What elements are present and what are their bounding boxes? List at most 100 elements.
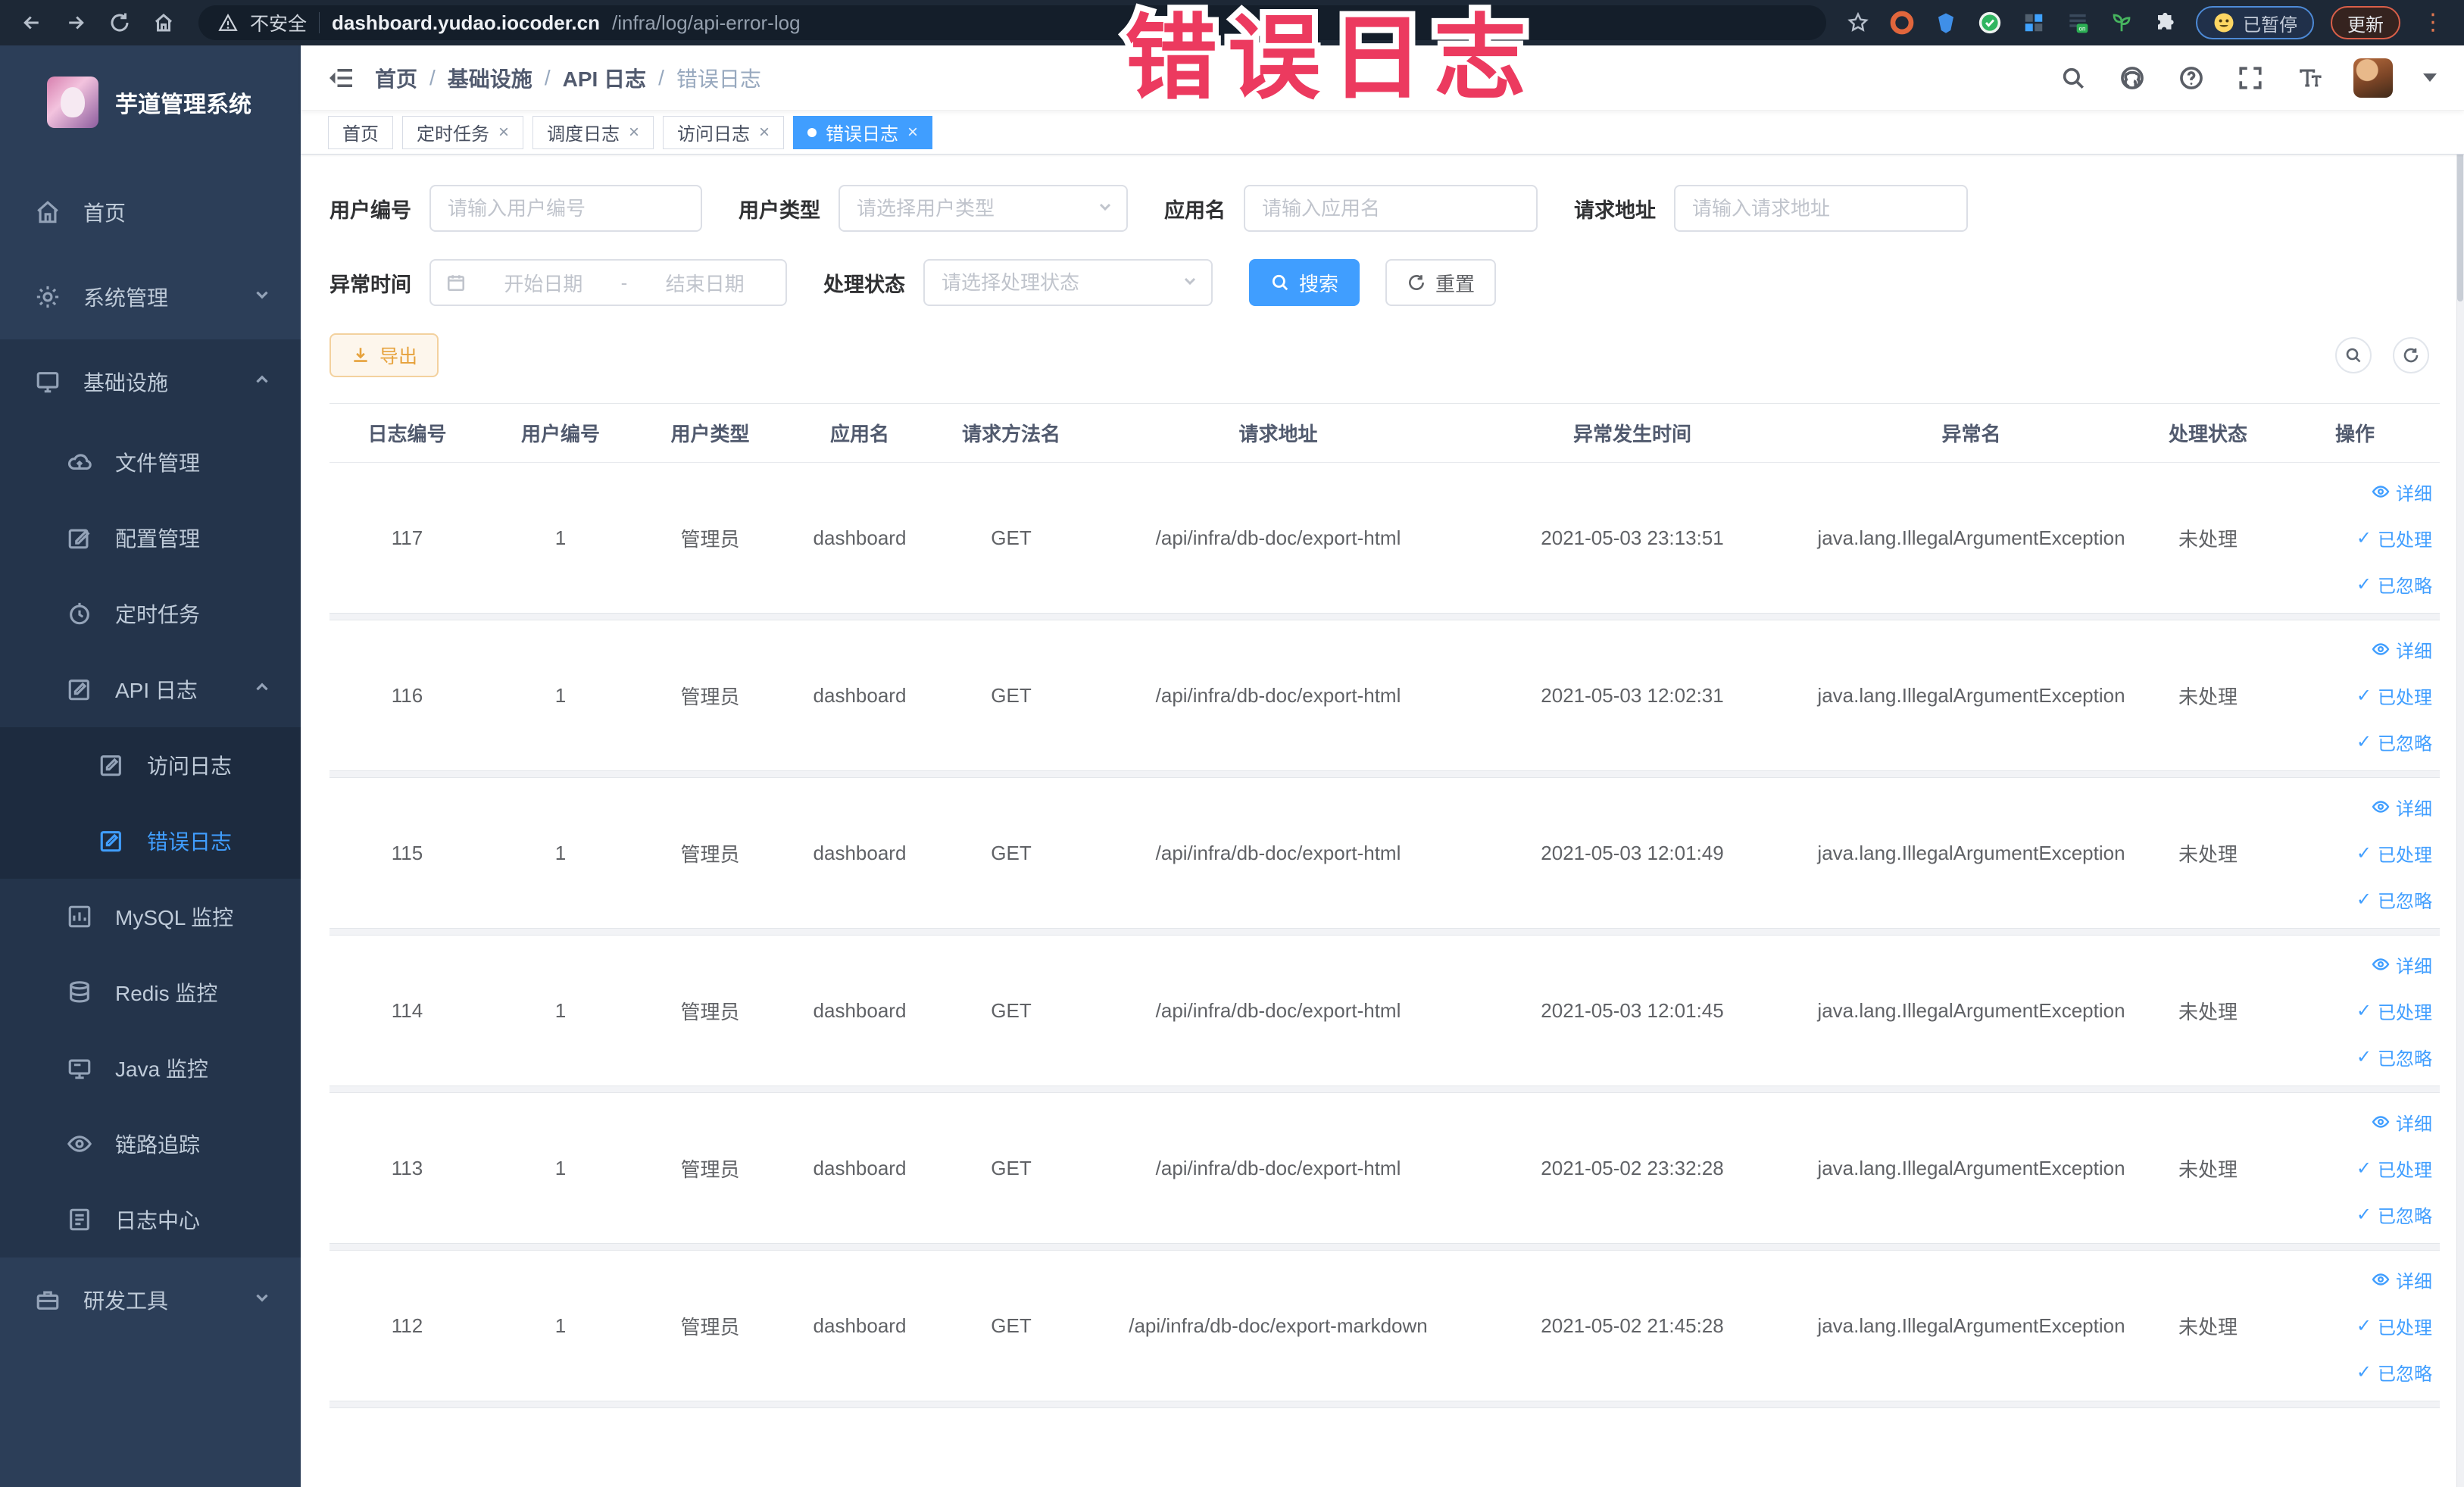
tab-cron-job[interactable]: 定时任务 ×	[402, 115, 524, 149]
sidebar-item-system[interactable]: 系统管理	[0, 255, 301, 339]
tab-label: 调度日志	[547, 124, 620, 145]
extension-shield-icon[interactable]	[1932, 9, 1960, 36]
app-name-input[interactable]	[1244, 185, 1538, 232]
github-icon[interactable]	[2117, 63, 2147, 93]
extension-grid-icon[interactable]	[2020, 9, 2047, 36]
extension-orange-icon[interactable]	[1888, 9, 1916, 36]
action-ignored[interactable]: ✓ 已忽略	[2356, 1044, 2432, 1070]
reload-icon[interactable]	[103, 6, 136, 39]
search-icon[interactable]	[2058, 63, 2088, 93]
request-url-input[interactable]	[1674, 185, 1968, 232]
action-detail[interactable]: 详细	[2372, 479, 2432, 505]
action-label: 已处理	[2378, 687, 2432, 708]
avatar[interactable]	[2353, 58, 2393, 98]
check-icon: ✓	[2356, 1204, 2372, 1225]
action-ignored[interactable]: ✓ 已忽略	[2356, 729, 2432, 755]
action-ignored[interactable]: ✓ 已忽略	[2356, 886, 2432, 913]
sidebar-item-api-log[interactable]: API 日志	[0, 651, 301, 727]
action-detail[interactable]: 详细	[2372, 794, 2432, 820]
sidebar-item-label: 访问日志	[147, 754, 233, 778]
chevron-down-icon[interactable]	[2423, 73, 2437, 82]
sidebar-item-home[interactable]: 首页	[0, 170, 301, 255]
extensions-puzzle-icon[interactable]	[2152, 9, 2179, 36]
action-detail[interactable]: 详细	[2372, 636, 2432, 663]
sidebar-item-file-manage[interactable]: 文件管理	[0, 424, 301, 500]
bookmark-star-icon[interactable]	[1844, 9, 1872, 36]
tab-access-log[interactable]: 访问日志 ×	[663, 115, 785, 149]
cell-method: GET	[991, 1314, 1032, 1337]
close-icon[interactable]: ×	[907, 123, 918, 142]
sidebar-item-trace[interactable]: 链路追踪	[0, 1106, 301, 1182]
font-size-icon[interactable]	[2294, 63, 2325, 93]
help-icon[interactable]	[2176, 63, 2206, 93]
address-bar[interactable]: 不安全 dashboard.yudao.iocoder.cn/infra/log…	[198, 5, 1826, 40]
sidebar-item-error-log[interactable]: 错误日志	[0, 803, 301, 879]
table-row: 115 1 管理员 dashboard GET/api/infra/db-doc/exp…	[329, 778, 2440, 928]
action-ignored[interactable]: ✓ 已忽略	[2356, 1359, 2432, 1385]
extension-sprout-icon[interactable]	[2108, 9, 2135, 36]
extension-on-badge-icon[interactable]: on	[2064, 9, 2091, 36]
extension-green-circle-icon[interactable]	[1976, 9, 2003, 36]
action-detail[interactable]: 详细	[2372, 1109, 2432, 1136]
browser-menu-icon[interactable]: ⋮	[2417, 11, 2449, 34]
page-scrollbar[interactable]	[2456, 91, 2464, 1487]
cell-user-type: 管理员	[680, 1315, 740, 1339]
close-icon[interactable]: ×	[759, 123, 770, 142]
reset-button[interactable]: 重置	[1385, 259, 1497, 306]
sidebar-fold-icon[interactable]	[323, 61, 358, 95]
breadcrumb-item[interactable]: 基础设施	[448, 63, 532, 93]
sidebar-item-config-manage[interactable]: 配置管理	[0, 500, 301, 576]
search-label: 搜索	[1299, 272, 1339, 295]
sidebar-item-dev-tools[interactable]: 研发工具	[0, 1257, 301, 1342]
export-button[interactable]: 导出	[329, 333, 439, 377]
close-icon[interactable]: ×	[498, 123, 509, 142]
paused-label: 已暂停	[2243, 14, 2297, 36]
user-type-select[interactable]	[839, 185, 1128, 232]
sidebar-item-infra[interactable]: 基础设施	[0, 339, 301, 424]
refresh-button[interactable]	[2393, 337, 2429, 373]
fullscreen-icon[interactable]	[2235, 63, 2266, 93]
cell-exception-name: java.lang.IllegalArgumentException	[1817, 1314, 2125, 1337]
action-processed[interactable]: ✓ 已处理	[2356, 683, 2432, 709]
browser-update-button[interactable]: 更新	[2331, 6, 2400, 39]
tab-error-log[interactable]: 错误日志 ×	[793, 115, 933, 149]
user-id-input[interactable]	[429, 185, 702, 232]
action-processed[interactable]: ✓ 已处理	[2356, 998, 2432, 1024]
sidebar-item-log-center[interactable]: 日志中心	[0, 1182, 301, 1257]
home-icon[interactable]	[147, 6, 180, 39]
cell-user-id: 1	[554, 526, 567, 549]
action-processed[interactable]: ✓ 已处理	[2356, 1155, 2432, 1182]
action-processed[interactable]: ✓ 已处理	[2356, 1313, 2432, 1339]
filter-row-2: 异常时间 开始日期 - 结束日期 处理状态 请选择处理状态 搜索 重置	[329, 259, 2440, 306]
action-ignored[interactable]: ✓ 已忽略	[2356, 1201, 2432, 1228]
toggle-search-button[interactable]	[2335, 337, 2372, 373]
action-processed[interactable]: ✓ 已处理	[2356, 840, 2432, 867]
tab-home[interactable]: 首页	[328, 115, 393, 149]
tab-schedule-log[interactable]: 调度日志 ×	[532, 115, 654, 149]
profile-paused-badge[interactable]: 已暂停	[2196, 6, 2314, 39]
sidebar-item-access-log[interactable]: 访问日志	[0, 727, 301, 803]
row-divider	[329, 1086, 2440, 1093]
process-status-select[interactable]	[923, 259, 1213, 306]
search-button[interactable]: 搜索	[1249, 259, 1360, 306]
action-detail[interactable]: 详细	[2372, 1267, 2432, 1293]
cell-exception-time: 2021-05-03 12:01:49	[1541, 841, 1724, 864]
action-processed[interactable]: ✓ 已处理	[2356, 525, 2432, 551]
breadcrumb-item[interactable]: API 日志	[563, 63, 646, 93]
app-window: 芋道管理系统 首页 系统管理 基础设施 文件管理 配置管理 定时任务 API 日…	[0, 45, 2464, 1487]
action-detail[interactable]: 详细	[2372, 951, 2432, 978]
date-range-picker[interactable]: 开始日期 - 结束日期	[429, 259, 787, 306]
sidebar-item-redis-monitor[interactable]: Redis 监控	[0, 954, 301, 1030]
sidebar-item-label: Java 监控	[115, 1057, 208, 1081]
sidebar-item-cron-job[interactable]: 定时任务	[0, 576, 301, 651]
close-icon[interactable]: ×	[629, 123, 639, 142]
sidebar-item-java-monitor[interactable]: Java 监控	[0, 1030, 301, 1106]
breadcrumb-item[interactable]: 首页	[375, 63, 417, 93]
back-icon[interactable]	[15, 6, 48, 39]
sidebar-item-mysql-monitor[interactable]: MySQL 监控	[0, 879, 301, 954]
action-label: 详细	[2396, 641, 2432, 662]
forward-icon[interactable]	[59, 6, 92, 39]
app-logo[interactable]: 芋道管理系统	[0, 45, 301, 159]
app-header: 首页 / 基础设施 / API 日志 / 错误日志	[301, 45, 2464, 111]
action-ignored[interactable]: ✓ 已忽略	[2356, 571, 2432, 598]
